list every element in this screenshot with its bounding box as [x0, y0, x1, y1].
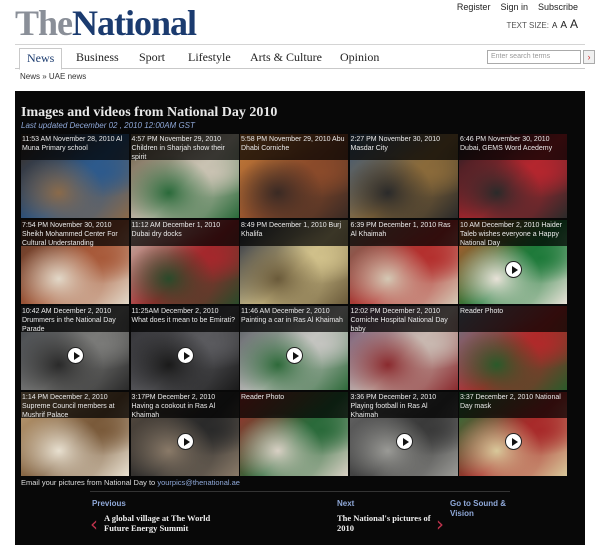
- chevron-right-icon: ›: [587, 52, 591, 62]
- nav-tab-business[interactable]: Business: [76, 50, 119, 65]
- play-icon[interactable]: [505, 260, 522, 278]
- text-size-large-button[interactable]: A: [570, 17, 578, 31]
- sound-vision-link[interactable]: Go to Sound & Vision: [450, 499, 510, 519]
- text-size-small-button[interactable]: A: [552, 21, 557, 30]
- tile-caption: 3:17PM December 2, 2010 Having a cookout…: [130, 392, 239, 419]
- tile-caption: 12:02 PM December 2, 2010 Corniche Hospi…: [349, 306, 458, 333]
- tile-caption: 5:58 PM November 29, 2010 Abu Dhabi Corn…: [240, 134, 348, 160]
- gallery-tile[interactable]: Reader Photo: [240, 392, 348, 476]
- logo-the: The: [15, 3, 73, 43]
- tile-caption: 11:53 AM November 28, 2010 Al Muna Prima…: [21, 134, 129, 160]
- gallery-title: Images and videos from National Day 2010: [21, 105, 278, 120]
- tile-caption: 7:54 PM November 30, 2010 Sheikh Mohamme…: [21, 220, 129, 247]
- nav-tab-lifestyle[interactable]: Lifestyle: [188, 50, 231, 65]
- gallery-tile[interactable]: 12:02 PM December 2, 2010 Corniche Hospi…: [349, 306, 458, 390]
- tile-caption: 6:39 PM December 1, 2010 Ras Al Khaimah: [349, 220, 458, 246]
- nav-tab-sport[interactable]: Sport: [139, 50, 165, 65]
- gallery-tile[interactable]: 11:25AM December 2, 2010 What does it me…: [130, 306, 239, 390]
- tile-caption: 3:36 PM December 2, 2010 Playing footbal…: [349, 392, 458, 419]
- gallery-tile[interactable]: 11:12 AM December 1, 2010 Dubai dry dock…: [130, 220, 239, 304]
- nav-tab-news[interactable]: News: [19, 48, 63, 70]
- tile-caption: 11:25AM December 2, 2010 What does it me…: [130, 306, 239, 332]
- gallery-tile[interactable]: 3:37 December 2, 2010 National Day mask: [459, 392, 567, 476]
- tile-caption: 4:57 PM November 29, 2010 Children in Sh…: [130, 134, 239, 161]
- chevron-left-icon[interactable]: ‹: [90, 512, 98, 536]
- breadcrumb[interactable]: News » UAE news: [20, 72, 86, 81]
- gallery-panel: Images and videos from National Day 2010…: [15, 91, 585, 545]
- tile-caption: 11:12 AM December 1, 2010 Dubai dry dock…: [130, 220, 239, 246]
- tile-caption: 10 AM December 2, 2010 Haider Taleb wish…: [459, 220, 567, 247]
- next-gallery-link[interactable]: The National's pictures of 2010: [337, 513, 442, 533]
- play-icon[interactable]: [395, 432, 413, 450]
- text-size-label: TEXT SIZE:: [506, 21, 549, 30]
- play-icon[interactable]: [505, 432, 522, 450]
- gallery-pager: Previous ‹ A global village at The World…: [90, 491, 510, 545]
- tile-caption: Reader Photo: [459, 306, 567, 332]
- register-link[interactable]: Register: [457, 2, 491, 12]
- tile-caption: 3:37 December 2, 2010 National Day mask: [459, 392, 567, 418]
- play-icon[interactable]: [67, 346, 84, 364]
- gallery-tile[interactable]: 1:14 PM December 2, 2010 Supreme Council…: [21, 392, 129, 476]
- tile-caption: 6:46 PM November 30, 2010 Dubai, GEMS Wo…: [459, 134, 567, 160]
- site-logo[interactable]: TheNational: [15, 2, 197, 44]
- gallery-tile[interactable]: 3:36 PM December 2, 2010 Playing footbal…: [349, 392, 458, 476]
- chevron-right-icon[interactable]: ›: [436, 512, 444, 536]
- play-icon[interactable]: [286, 346, 303, 364]
- gallery-tile[interactable]: 5:58 PM November 29, 2010 Abu Dhabi Corn…: [240, 134, 348, 218]
- sign-in-link[interactable]: Sign in: [500, 2, 528, 12]
- gallery-tile[interactable]: 11:53 AM November 28, 2010 Al Muna Prima…: [21, 134, 129, 218]
- subscribe-link[interactable]: Subscribe: [538, 2, 578, 12]
- tile-caption: Reader Photo: [240, 392, 348, 418]
- gallery-tile[interactable]: 10:42 AM December 2, 2010 Drummers in th…: [21, 306, 129, 390]
- gallery-tile[interactable]: 7:54 PM November 30, 2010 Sheikh Mohamme…: [21, 220, 129, 304]
- tile-caption: 1:14 PM December 2, 2010 Supreme Council…: [21, 392, 129, 419]
- gallery-tile[interactable]: 3:17PM December 2, 2010 Having a cookout…: [130, 392, 239, 476]
- search-input[interactable]: Enter search terms: [487, 50, 581, 64]
- last-updated: Last updated December 02 , 2010 12:00AM …: [21, 121, 195, 130]
- tile-caption: 2:27 PM November 30, 2010 Masdar City: [349, 134, 458, 160]
- main-nav: News Business Sport Lifestyle Arts & Cul…: [15, 44, 595, 70]
- gallery-tile[interactable]: 11:46 AM December 2, 2010 Painting a car…: [240, 306, 348, 390]
- text-size-medium-button[interactable]: A: [560, 20, 567, 31]
- account-links: Register Sign in Subscribe: [457, 2, 578, 12]
- gallery-tile[interactable]: 2:27 PM November 30, 2010 Masdar City: [349, 134, 458, 218]
- gallery-tile[interactable]: 8:49 PM December 1, 2010 Burj Khalifa: [240, 220, 348, 304]
- email-prompt: Email your pictures from National Day to…: [21, 478, 240, 487]
- tile-caption: 11:46 AM December 2, 2010 Painting a car…: [240, 306, 348, 332]
- play-icon[interactable]: [176, 346, 194, 364]
- next-label[interactable]: Next: [337, 499, 354, 508]
- gallery-tile[interactable]: 6:46 PM November 30, 2010 Dubai, GEMS Wo…: [459, 134, 567, 218]
- previous-gallery-link[interactable]: A global village at The World Future Ene…: [104, 513, 224, 533]
- tile-caption: 8:49 PM December 1, 2010 Burj Khalifa: [240, 220, 348, 246]
- tile-caption: 10:42 AM December 2, 2010 Drummers in th…: [21, 306, 129, 333]
- gallery-tile[interactable]: 4:57 PM November 29, 2010 Children in Sh…: [130, 134, 239, 218]
- previous-label[interactable]: Previous: [92, 499, 126, 508]
- email-prompt-text: Email your pictures from National Day to: [21, 478, 156, 487]
- gallery-tile[interactable]: Reader Photo: [459, 306, 567, 390]
- logo-national: National: [72, 3, 197, 43]
- text-size-control: TEXT SIZE: A A A: [506, 17, 578, 31]
- email-link[interactable]: yourpics@thenational.ae: [157, 478, 240, 487]
- nav-tab-arts-culture[interactable]: Arts & Culture: [250, 50, 322, 65]
- search-submit-button[interactable]: ›: [583, 50, 595, 64]
- gallery-tile[interactable]: 10 AM December 2, 2010 Haider Taleb wish…: [459, 220, 567, 304]
- nav-tab-opinion[interactable]: Opinion: [340, 50, 379, 65]
- gallery-tile[interactable]: 6:39 PM December 1, 2010 Ras Al Khaimah: [349, 220, 458, 304]
- play-icon[interactable]: [176, 432, 194, 450]
